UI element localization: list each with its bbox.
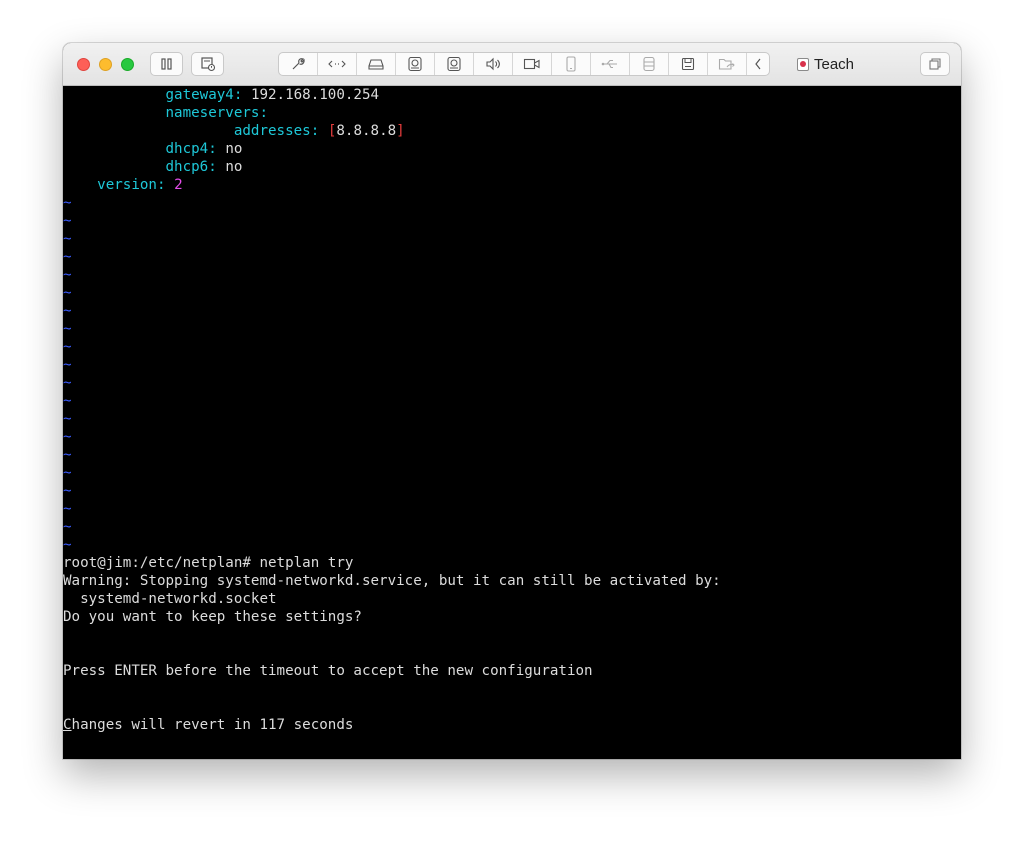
usb-button[interactable] [591, 53, 630, 75]
keep-settings-question: Do you want to keep these settings? [63, 609, 362, 625]
press-enter-line: Press ENTER before the timeout to accept… [63, 663, 593, 679]
shared-folder-button[interactable] [708, 53, 747, 75]
toolbar-collapse-button[interactable] [747, 53, 769, 75]
camera-button[interactable] [396, 53, 435, 75]
chevron-left-icon [755, 58, 761, 70]
code-arrows-icon [328, 60, 346, 68]
window-restore-icon [929, 58, 941, 70]
save-icon [681, 57, 695, 71]
storage-button[interactable] [630, 53, 669, 75]
storage-icon [643, 56, 655, 72]
empty-line-marker: ~ [63, 195, 72, 211]
video-icon [523, 58, 540, 70]
yaml-dhcp4-line: dhcp4: no [165, 141, 243, 157]
empty-line-marker: ~ [63, 231, 72, 247]
yaml-gateway-line: gateway4: 192.168.100.254 [165, 87, 380, 103]
folder-share-icon [718, 58, 735, 70]
socket-line: systemd-networkd.socket [63, 591, 277, 607]
code-button[interactable] [318, 53, 357, 75]
vm-toolbar [278, 52, 770, 76]
revert-countdown-text: hanges will revert in 117 seconds [71, 717, 354, 733]
window-restore-button[interactable] [920, 52, 950, 76]
hard-drive-icon [368, 59, 384, 70]
video-button[interactable] [513, 53, 552, 75]
maximize-button[interactable] [121, 58, 134, 71]
terminal-screen[interactable]: gateway4: 192.168.100.254 nameservers: a… [63, 86, 961, 759]
text-cursor: C [63, 717, 72, 733]
yaml-dhcp6-line: dhcp6: no [165, 159, 243, 175]
save-button[interactable] [669, 53, 708, 75]
speaker-icon [486, 57, 500, 71]
pause-button[interactable] [150, 52, 183, 76]
title-bar: Teach [63, 43, 961, 86]
wrench-icon [292, 58, 305, 70]
hard-drive-button[interactable] [357, 53, 396, 75]
empty-line-marker: ~ [63, 303, 72, 319]
warning-line: Warning: Stopping systemd-networkd.servi… [63, 573, 721, 589]
empty-line-marker: ~ [63, 483, 72, 499]
empty-line-marker: ~ [63, 321, 72, 337]
snapshot-icon [200, 57, 215, 72]
yaml-nameservers-line: nameservers: [165, 105, 269, 121]
usb-icon [601, 59, 617, 69]
snapshot-button[interactable] [191, 52, 224, 76]
camera-icon [408, 56, 422, 72]
empty-line-marker: ~ [63, 339, 72, 355]
camera-alt-button[interactable] [435, 53, 474, 75]
window-title: Teach [797, 55, 854, 73]
close-button[interactable] [77, 58, 90, 71]
minimize-button[interactable] [99, 58, 112, 71]
camera-alt-icon [447, 56, 461, 72]
revert-countdown-line: Changes will revert in 117 seconds [63, 716, 961, 734]
empty-line-marker: ~ [63, 411, 72, 427]
empty-line-marker: ~ [63, 429, 72, 445]
empty-line-marker: ~ [63, 519, 72, 535]
sound-button[interactable] [474, 53, 513, 75]
empty-line-marker: ~ [63, 213, 72, 229]
empty-line-marker: ~ [63, 267, 72, 283]
empty-line-marker: ~ [63, 285, 72, 301]
phone-button[interactable] [552, 53, 591, 75]
empty-line-marker: ~ [63, 537, 72, 553]
phone-icon [566, 56, 576, 72]
window-title-text: Teach [814, 55, 855, 73]
empty-line-marker: ~ [63, 249, 72, 265]
empty-line-marker: ~ [63, 465, 72, 481]
vm-window: Teach gateway4: 192.168.100.254 nameserv… [63, 43, 961, 759]
pause-icon [160, 58, 172, 70]
empty-line-marker: ~ [63, 375, 72, 391]
empty-line-marker: ~ [63, 393, 72, 409]
yaml-version-line: version: 2 [97, 177, 183, 193]
shell-prompt-line: root@jim:/etc/netplan# netplan try [63, 555, 354, 571]
document-icon [797, 57, 809, 71]
empty-line-marker: ~ [63, 501, 72, 517]
empty-line-marker: ~ [63, 447, 72, 463]
empty-line-marker: ~ [63, 357, 72, 373]
yaml-addresses-line: addresses: [8.8.8.8] [233, 123, 405, 139]
settings-button[interactable] [279, 53, 318, 75]
